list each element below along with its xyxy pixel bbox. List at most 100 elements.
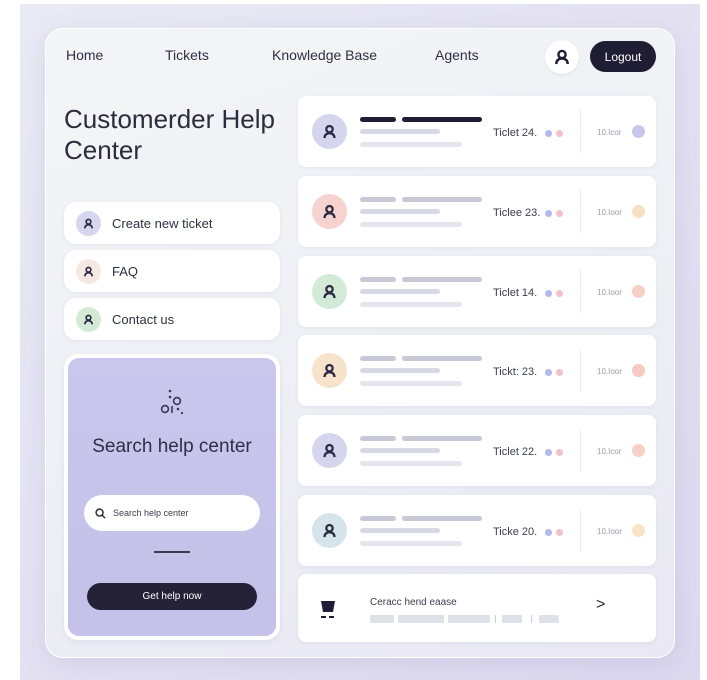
status-dot bbox=[556, 369, 563, 376]
user-icon bbox=[312, 353, 347, 388]
placeholder-bar bbox=[360, 117, 396, 122]
nav-tickets[interactable]: Tickets bbox=[165, 47, 209, 63]
search-help-card: Search help center Search help center Ge… bbox=[64, 354, 280, 640]
status-dot bbox=[545, 449, 552, 456]
ticket-card[interactable]: Ticke 20. 10.Ioor bbox=[298, 495, 656, 566]
menu-label-create-ticket: Create new ticket bbox=[112, 215, 213, 231]
user-icon bbox=[76, 306, 101, 332]
cup-icon bbox=[321, 601, 335, 618]
user-avatar[interactable] bbox=[545, 40, 579, 74]
status-dot bbox=[545, 130, 552, 137]
placeholder-bar bbox=[402, 117, 482, 122]
divider bbox=[580, 429, 581, 472]
placeholder-bar bbox=[531, 615, 532, 623]
menu-item-create-ticket[interactable]: Create new ticket bbox=[64, 202, 280, 244]
search-input[interactable]: Search help center bbox=[84, 495, 260, 531]
search-icon bbox=[95, 507, 106, 519]
user-icon bbox=[312, 114, 347, 149]
ticket-meta: 10.Icor bbox=[597, 128, 622, 137]
nav-home[interactable]: Home bbox=[66, 47, 103, 63]
status-dot bbox=[556, 449, 563, 456]
status-indicator bbox=[632, 285, 645, 298]
placeholder-bar bbox=[360, 222, 462, 227]
footer-row[interactable]: Ceracc hend eaase > bbox=[298, 574, 656, 642]
logout-button[interactable]: Logout bbox=[590, 41, 656, 72]
menu-item-contact-us[interactable]: Contact us bbox=[64, 298, 280, 340]
ticket-card[interactable]: Ticlet 24. 10.Icor bbox=[298, 96, 656, 167]
status-dot bbox=[556, 210, 563, 217]
ticket-label: Ticlet 22. bbox=[493, 446, 538, 458]
status-dot bbox=[556, 529, 563, 536]
ticket-meta: 10.Icor bbox=[597, 447, 622, 456]
placeholder-bar bbox=[360, 541, 462, 546]
sparkle-search-icon bbox=[160, 389, 184, 415]
divider bbox=[154, 551, 190, 553]
status-dot bbox=[545, 290, 552, 297]
status-dot bbox=[556, 130, 563, 137]
status-indicator bbox=[632, 364, 645, 377]
status-indicator bbox=[632, 205, 645, 218]
divider bbox=[580, 110, 581, 153]
placeholder-bar bbox=[360, 368, 440, 373]
placeholder-bar bbox=[360, 197, 396, 202]
placeholder-bar bbox=[448, 615, 490, 623]
status-dot bbox=[556, 290, 563, 297]
ticket-card[interactable]: Ticlee 23. 10.Ioor bbox=[298, 176, 656, 247]
user-icon bbox=[312, 194, 347, 229]
divider bbox=[580, 349, 581, 392]
placeholder-bar bbox=[402, 356, 482, 361]
placeholder-bar bbox=[402, 197, 482, 202]
ticket-meta: 10.Ioor bbox=[597, 527, 622, 536]
chevron-right-icon[interactable]: > bbox=[596, 596, 605, 614]
ticket-label: Ticlet 24. bbox=[493, 127, 538, 139]
ticket-meta: 10.Ioor bbox=[597, 367, 622, 376]
page-title: Customerder Help Center bbox=[64, 104, 275, 165]
placeholder-bar bbox=[402, 277, 482, 282]
ticket-meta: 10.Ioor bbox=[597, 288, 622, 297]
status-dot bbox=[545, 529, 552, 536]
ticket-label: Ticlet 14. bbox=[493, 287, 538, 299]
placeholder-bar bbox=[402, 436, 482, 441]
status-indicator bbox=[632, 125, 645, 138]
placeholder-bar bbox=[360, 209, 440, 214]
placeholder-bar bbox=[360, 289, 440, 294]
search-help-panel: Search help center Search help center Ge… bbox=[68, 358, 276, 636]
menu-item-faq[interactable]: FAQ bbox=[64, 250, 280, 292]
placeholder-bar bbox=[360, 436, 396, 441]
user-icon bbox=[76, 210, 101, 236]
status-dot bbox=[545, 369, 552, 376]
placeholder-bar bbox=[495, 615, 496, 623]
divider bbox=[580, 509, 581, 552]
placeholder-bar bbox=[360, 142, 462, 147]
placeholder-bar bbox=[360, 129, 440, 134]
placeholder-bar bbox=[360, 461, 462, 466]
ticket-card[interactable]: Tickt: 23. 10.Ioor bbox=[298, 335, 656, 406]
placeholder-bar bbox=[360, 277, 396, 282]
user-icon bbox=[312, 274, 347, 309]
ticket-card[interactable]: Ticlet 14. 10.Ioor bbox=[298, 256, 656, 327]
ticket-meta: 10.Ioor bbox=[597, 208, 622, 217]
placeholder-bar bbox=[360, 356, 396, 361]
divider bbox=[580, 270, 581, 313]
get-help-button[interactable]: Get help now bbox=[87, 583, 257, 610]
placeholder-bar bbox=[398, 615, 444, 623]
search-heading: Search help center bbox=[92, 436, 252, 457]
placeholder-bar bbox=[360, 302, 462, 307]
user-icon bbox=[76, 258, 101, 284]
ticket-label: Ticlee 23. bbox=[493, 207, 541, 219]
user-icon bbox=[555, 49, 569, 65]
placeholder-bar bbox=[360, 516, 396, 521]
ticket-label: Tickt: 23. bbox=[493, 366, 538, 378]
placeholder-bar bbox=[360, 528, 440, 533]
menu-label-contact-us: Contact us bbox=[112, 311, 175, 327]
nav-agents[interactable]: Agents bbox=[435, 47, 479, 63]
placeholder-bar bbox=[360, 381, 462, 386]
footer-text: Ceracc hend eaase bbox=[370, 597, 457, 608]
search-input-placeholder: Search help center bbox=[113, 508, 189, 518]
ticket-label: Ticke 20. bbox=[493, 526, 538, 538]
nav-knowledge-base[interactable]: Knowledge Base bbox=[272, 47, 377, 63]
user-icon bbox=[312, 433, 347, 468]
ticket-card[interactable]: Ticlet 22. 10.Icor bbox=[298, 415, 656, 486]
menu-label-faq: FAQ bbox=[112, 263, 139, 279]
placeholder-bar bbox=[370, 615, 394, 623]
